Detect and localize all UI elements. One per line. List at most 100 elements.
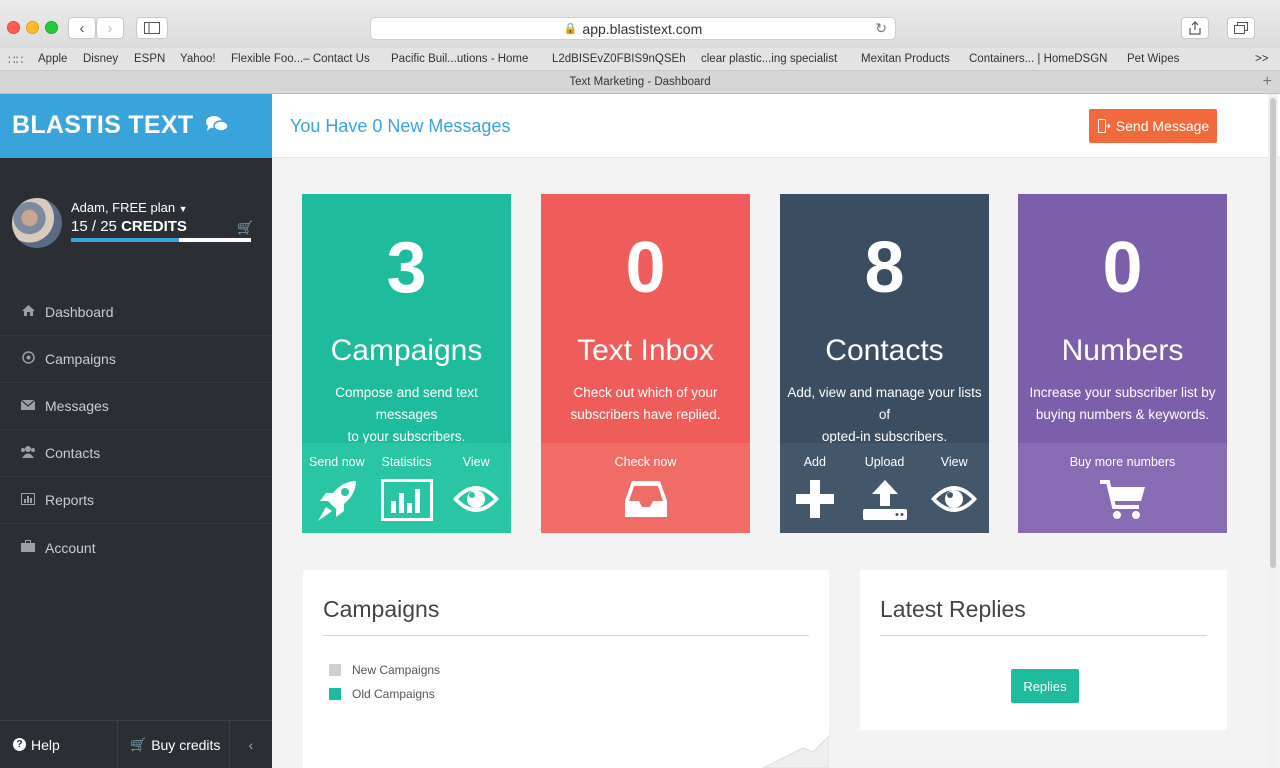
help-button[interactable]: ? Help [0,721,118,768]
sidebar-toggle-button[interactable] [136,17,168,39]
sidebar-item-messages[interactable]: Messages [0,383,272,430]
send-now-action[interactable]: Send now [302,443,372,533]
card-title[interactable]: Text Inbox [541,334,750,368]
cart-icon: 🛒 [130,736,147,752]
tab-title[interactable]: Text Marketing - Dashboard [569,76,710,88]
legend-swatch [329,688,341,700]
address-bar[interactable]: 🔒 app.blastistext.com ↻ [370,17,896,40]
window-close-button[interactable] [7,21,20,34]
replies-button[interactable]: Replies [1011,669,1079,703]
collapse-sidebar-button[interactable]: ‹ [230,721,272,768]
buy-credits-button[interactable]: 🛒 Buy credits [118,721,230,768]
sidebar-item-account[interactable]: Account [0,524,272,571]
window-minimize-button[interactable] [26,21,39,34]
action-label: Upload [864,455,905,469]
sidebar-item-dashboard[interactable]: Dashboard [0,289,272,336]
new-messages-text[interactable]: You Have 0 New Messages [290,116,510,137]
shopping-cart-icon [1099,480,1145,519]
latest-replies-panel: Latest Replies Replies [860,570,1227,730]
credits-total: 25 [100,218,117,235]
bookmark-item[interactable]: Containers... | HomeDSGN [969,53,1107,65]
reload-icon[interactable]: ↻ [875,20,887,37]
card-actions: Add Upload View [780,443,989,533]
back-button[interactable]: ‹ [68,17,96,39]
add-contact-action[interactable]: Add [780,443,850,533]
divider [880,635,1207,636]
new-tab-icon[interactable]: + [1263,71,1272,93]
bar-chart-icon [380,479,433,521]
card-title[interactable]: Campaigns [302,334,511,368]
eye-icon [453,486,500,512]
brand-logo[interactable]: BLASTIS TEXT [0,94,272,158]
user-menu[interactable]: Adam, FREE plan ▼ [71,200,188,215]
cart-icon[interactable]: 🛒 [237,220,253,236]
card-desc-line: Compose and send text messages [335,385,478,422]
bookmark-item[interactable]: clear plastic...ing specialist [701,53,837,65]
sidebar-item-campaigns[interactable]: Campaigns [0,336,272,383]
chevron-left-icon: ‹ [79,19,85,37]
avatar[interactable] [12,198,62,248]
bookmark-item[interactable]: Disney [83,53,118,65]
upload-icon [862,480,907,520]
bookmark-item[interactable]: L2dBISEvZ0FBIS9nQSEh [552,53,686,65]
sidebar-item-contacts[interactable]: Contacts [0,430,272,477]
bookmark-item[interactable]: Flexible Foo...– Contact Us [231,53,370,65]
card-actions: Check now [541,443,750,533]
sidebar-item-label: Reports [45,492,95,508]
card-title[interactable]: Numbers [1018,334,1227,368]
bookmark-item[interactable]: Yahoo! [180,53,216,65]
tabs-overview-button[interactable] [1227,17,1255,39]
rocket-icon [317,481,356,521]
tabs-icon [1234,22,1248,34]
bookmark-item[interactable]: ESPN [134,53,165,65]
legend-item[interactable]: Old Campaigns [329,682,829,706]
card-desc-line: subscribers have replied. [570,407,721,422]
credits-progress-fill [71,238,179,242]
upload-action[interactable]: Upload [850,443,920,533]
credits-display: 15 / 25 CREDITS [71,218,187,235]
contacts-count: 8 [864,228,905,308]
card-desc-line: Check out which of your [573,385,718,400]
card-desc-line: to your subscribers. [347,429,466,444]
card-actions: Send now Statistics View [302,443,511,533]
card-description: Increase your subscriber list by buying n… [1018,382,1227,426]
contacts-card: 8 Contacts Add, view and manage your lis… [780,194,989,533]
credits-progress-bar [71,238,251,242]
panel-title: Latest Replies [880,596,1026,622]
view-action[interactable]: View [441,443,511,533]
user-profile: Adam, FREE plan ▼ 15 / 25 CREDITS 🛒 [0,158,272,258]
bar-chart-icon [20,492,36,508]
check-now-action[interactable]: Check now [541,443,750,533]
grid-icon[interactable]: ∷∷ [8,53,23,67]
window-maximize-button[interactable] [45,21,58,34]
bookmark-item[interactable]: Pet Wipes [1127,53,1179,65]
share-button[interactable] [1181,17,1209,39]
scrollbar-thumb[interactable] [1270,98,1276,568]
action-label: Send now [309,455,365,469]
action-label: Check now [614,455,677,469]
sidebar-item-label: Account [45,539,96,556]
credits-label: CREDITS [121,218,187,235]
forward-button[interactable]: › [96,17,124,39]
bookmarks-overflow[interactable]: >> [1255,53,1268,65]
campaigns-count: 3 [386,228,427,308]
briefcase-icon [20,540,36,555]
card-desc-line: opted-in subscribers. [821,429,948,444]
action-label: Add [803,455,826,469]
card-description: Add, view and manage your lists of opted-… [780,382,989,448]
help-label: Help [31,736,60,753]
bookmark-item[interactable]: Pacific Buil...utions - Home [391,53,528,65]
card-title[interactable]: Contacts [780,334,989,368]
bookmark-item[interactable]: Mexitan Products [861,53,950,65]
scrollbar[interactable] [1268,94,1278,768]
bookmark-item[interactable]: Apple [38,53,67,65]
browser-titlebar: ‹ › 🔒 app.blastistext.com ↻ [0,0,1280,48]
legend-label: New Campaigns [352,663,441,677]
sidebar-item-reports[interactable]: Reports [0,477,272,524]
legend-item[interactable]: New Campaigns [329,658,829,682]
statistics-action[interactable]: Statistics [372,443,442,533]
send-message-button[interactable]: Send Message [1089,109,1217,143]
view-contacts-action[interactable]: View [919,443,989,533]
buy-numbers-action[interactable]: Buy more numbers [1018,443,1227,533]
top-bar: You Have 0 New Messages Send Message [272,94,1280,158]
